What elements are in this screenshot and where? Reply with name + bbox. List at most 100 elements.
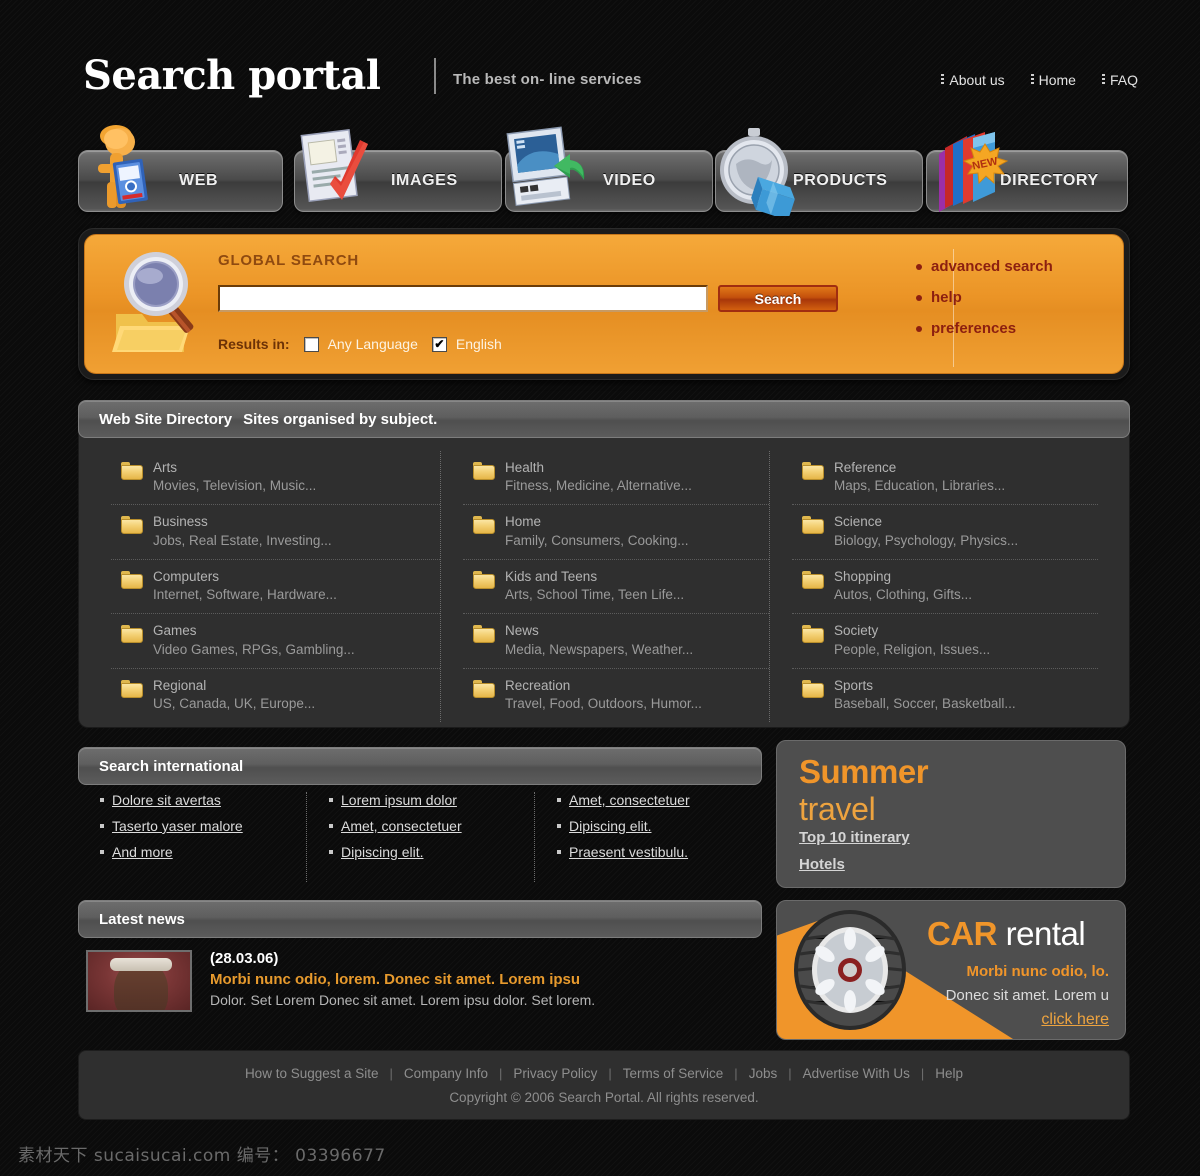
topnav-label: FAQ bbox=[1109, 72, 1138, 88]
international-link[interactable]: Dolore sit avertas bbox=[100, 792, 306, 808]
search-input[interactable] bbox=[218, 285, 708, 312]
topnav-item-home[interactable]: Home bbox=[1030, 72, 1076, 88]
directory-item-title: Home bbox=[505, 514, 542, 530]
car-rental-promo[interactable]: CAR rental Morbi nunc odio, lo. Donec si… bbox=[776, 900, 1126, 1040]
directory-item-sub: Travel, Food, Outdoors, Humor... bbox=[505, 695, 702, 711]
quicklink-preferences[interactable]: preferences bbox=[916, 320, 1053, 337]
news-portrait-thumbnail[interactable] bbox=[86, 950, 192, 1012]
quicklink-advanced-search[interactable]: advanced search bbox=[916, 258, 1053, 275]
international-link-label: Dipiscing elit. bbox=[341, 844, 424, 860]
folder-icon bbox=[121, 462, 143, 480]
car-subtitle-1: Morbi nunc odio, lo. bbox=[966, 963, 1109, 980]
news-article[interactable]: (28.03.06) Morbi nunc odio, lorem. Donec… bbox=[78, 950, 762, 1035]
directory-item[interactable]: Business Jobs, Real Estate, Investing... bbox=[111, 504, 440, 558]
checkbox-label: English bbox=[455, 336, 502, 352]
bullet-dot-icon bbox=[916, 263, 922, 270]
dotted-bullet-icon bbox=[1030, 74, 1034, 86]
directory-item[interactable]: Arts Movies, Television, Music... bbox=[111, 451, 440, 504]
directory-item[interactable]: News Media, Newspapers, Weather... bbox=[463, 613, 769, 667]
directory-item[interactable]: Kids and Teens Arts, School Time, Teen L… bbox=[463, 558, 769, 613]
international-link[interactable]: Lorem ipsum dolor bbox=[329, 792, 534, 808]
international-header-bar: Search international bbox=[78, 747, 762, 785]
summer-link-hotels[interactable]: Hotels bbox=[799, 856, 845, 873]
directory-item[interactable]: Science Biology, Psychology, Physics... bbox=[792, 504, 1098, 558]
news-headline[interactable]: Morbi nunc odio, lorem. Donec sit amet. … bbox=[210, 969, 762, 991]
document-checkmark-icon bbox=[294, 122, 376, 221]
footer-link-advertise[interactable]: Advertise With Us bbox=[792, 1066, 921, 1081]
directory-item-sub: Family, Consumers, Cooking... bbox=[505, 532, 689, 548]
international-link[interactable]: And more bbox=[100, 844, 306, 860]
dotted-bullet-icon bbox=[1101, 74, 1105, 86]
summer-title-line2: travel bbox=[799, 791, 876, 827]
site-logo: Search portal bbox=[83, 52, 381, 99]
quicklink-help[interactable]: help bbox=[916, 289, 1053, 306]
international-column-1: Dolore sit avertas Taserto yaser malore … bbox=[78, 792, 306, 882]
directory-item[interactable]: Regional US, Canada, UK, Europe... bbox=[111, 667, 440, 722]
top-navigation: About us Home FAQ bbox=[941, 72, 1138, 88]
directory-item-sub: Autos, Clothing, Gifts... bbox=[834, 587, 973, 603]
bullet-dot-icon bbox=[100, 850, 104, 854]
logo-divider bbox=[434, 58, 436, 94]
results-in-label: Results in: bbox=[218, 336, 290, 352]
international-link[interactable]: Taserto yaser malore bbox=[100, 818, 306, 834]
footer-link-company-info[interactable]: Company Info bbox=[393, 1066, 499, 1081]
directory-item-title: Arts bbox=[153, 460, 178, 475]
bullet-dot-icon bbox=[100, 798, 104, 802]
results-language-row: Results in: Any Language ✔ English bbox=[218, 336, 502, 352]
directory-item-sub: People, Religion, Issues... bbox=[834, 641, 991, 657]
directory-item[interactable]: Reference Maps, Education, Libraries... bbox=[792, 451, 1098, 504]
checkbox-checked-icon[interactable]: ✔ bbox=[431, 336, 447, 352]
directory-item[interactable]: Games Video Games, RPGs, Gambling... bbox=[111, 613, 440, 667]
footer-link-jobs[interactable]: Jobs bbox=[738, 1066, 789, 1081]
directory-item-title: Society bbox=[834, 623, 879, 639]
summer-travel-promo[interactable]: Summer travel Top 10 itinerary Hotels bbox=[776, 740, 1126, 888]
checkbox-english[interactable]: ✔ English bbox=[431, 336, 502, 352]
quicklink-label: preferences bbox=[931, 320, 1017, 337]
directory-column-2: Health Fitness, Medicine, Alternative...… bbox=[440, 451, 769, 723]
international-link[interactable]: Amet, consectetuer bbox=[329, 818, 534, 834]
footer-link-privacy-policy[interactable]: Privacy Policy bbox=[502, 1066, 608, 1081]
international-link[interactable]: Dipiscing elit. bbox=[557, 818, 762, 834]
international-title: Search international bbox=[99, 757, 244, 775]
directory-item-sub: Media, Newspapers, Weather... bbox=[505, 641, 694, 657]
directory-item[interactable]: Computers Internet, Software, Hardware..… bbox=[111, 558, 440, 613]
stopwatch-box-icon bbox=[714, 120, 804, 221]
site-footer: How to Suggest a Site | Company Info | P… bbox=[78, 1050, 1130, 1120]
topnav-item-faq[interactable]: FAQ bbox=[1101, 72, 1138, 88]
footer-link-terms-of-service[interactable]: Terms of Service bbox=[612, 1066, 735, 1081]
international-link[interactable]: Amet, consectetuer bbox=[557, 792, 762, 808]
directory-item[interactable]: Recreation Travel, Food, Outdoors, Humor… bbox=[463, 667, 769, 722]
car-rental-title: CAR rental bbox=[927, 915, 1086, 953]
directory-item[interactable]: Home Family, Consumers, Cooking... bbox=[463, 504, 769, 558]
directory-item[interactable]: Health Fitness, Medicine, Alternative... bbox=[463, 451, 769, 504]
topnav-item-about-us[interactable]: About us bbox=[941, 72, 1005, 88]
footer-link-help[interactable]: Help bbox=[924, 1066, 974, 1081]
folder-icon bbox=[121, 679, 143, 698]
folder-icon bbox=[121, 625, 143, 644]
international-link-label: Taserto yaser malore bbox=[112, 818, 243, 834]
directory-item[interactable]: Sports Baseball, Soccer, Basketball... bbox=[792, 667, 1098, 722]
car-click-here-link[interactable]: click here bbox=[1041, 1011, 1109, 1029]
directory-item-sub: Maps, Education, Libraries... bbox=[834, 478, 1006, 494]
directory-title: Web Site Directory bbox=[99, 410, 233, 428]
directory-item[interactable]: Shopping Autos, Clothing, Gifts... bbox=[792, 558, 1098, 613]
directory-item[interactable]: Society People, Religion, Issues... bbox=[792, 613, 1098, 667]
footer-link-suggest-site[interactable]: How to Suggest a Site bbox=[234, 1066, 390, 1081]
international-link[interactable]: Dipiscing elit. bbox=[329, 844, 534, 860]
checkbox-box-icon[interactable] bbox=[303, 336, 319, 352]
folder-icon bbox=[473, 625, 495, 644]
monitor-arrow-icon bbox=[502, 122, 590, 221]
international-link-label: Dipiscing elit. bbox=[569, 818, 652, 834]
news-date: (28.03.06) bbox=[210, 950, 279, 967]
folder-icon bbox=[802, 462, 824, 480]
folder-icon bbox=[473, 570, 495, 589]
bullet-dot-icon bbox=[100, 824, 104, 828]
international-link[interactable]: Praesent vestibulu. bbox=[557, 844, 762, 860]
checkbox-any-language[interactable]: Any Language bbox=[303, 336, 418, 352]
international-link-label: Dolore sit avertas bbox=[112, 792, 221, 808]
summer-link-itinerary[interactable]: Top 10 itinerary bbox=[799, 829, 910, 846]
news-title: Latest news bbox=[99, 910, 185, 928]
search-button[interactable]: Search bbox=[718, 285, 838, 312]
directory-item-title: Health bbox=[505, 460, 545, 475]
directory-panel: Web Site Directory Sites organised by su… bbox=[78, 400, 1130, 728]
